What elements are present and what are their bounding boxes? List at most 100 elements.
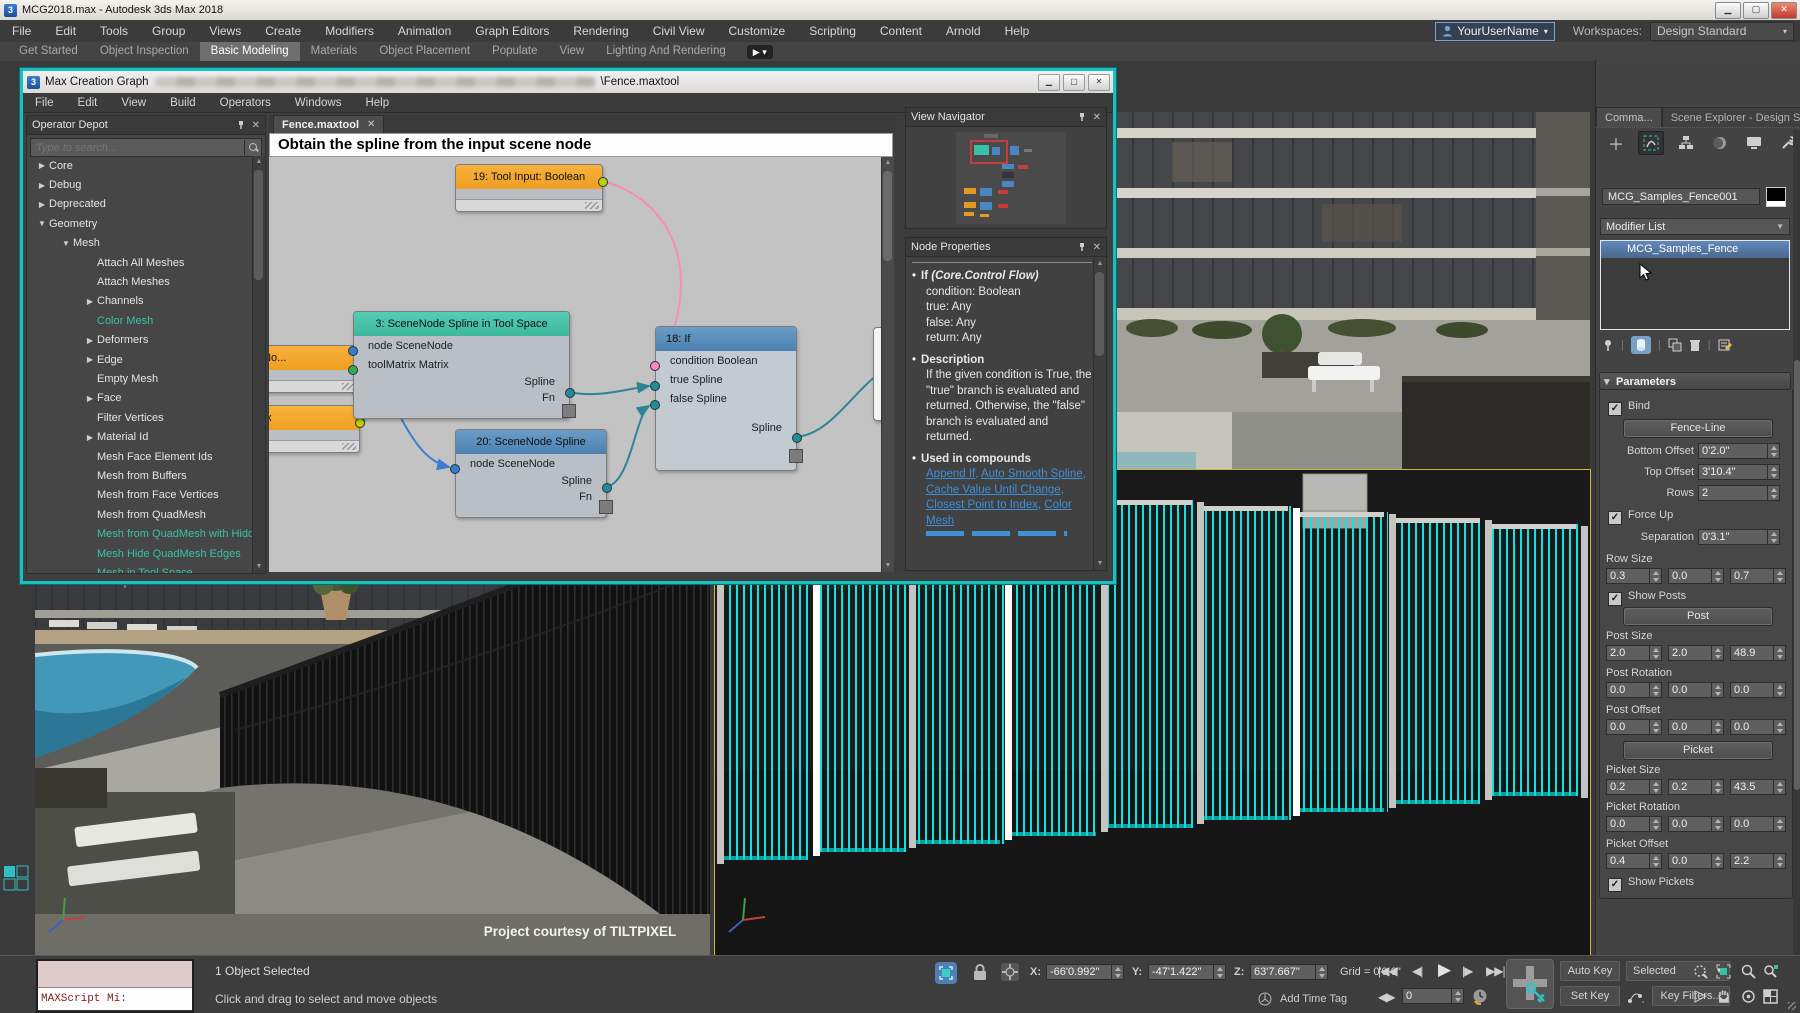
configure-modifier-sets-icon[interactable]: [1718, 338, 1733, 352]
mcg-menu-help[interactable]: Help: [353, 97, 401, 109]
tree-item-geometry[interactable]: ▼ Geometry: [27, 214, 253, 233]
tree-item-mesh[interactable]: ▼ Mesh: [27, 234, 253, 253]
current-frame-spinner[interactable]: 0: [1402, 988, 1464, 1004]
row-size-x[interactable]: 0.3: [1606, 568, 1662, 584]
menu-scripting[interactable]: Scripting: [797, 20, 868, 42]
output-port-fn[interactable]: [789, 449, 803, 463]
ribbon-overflow-icon[interactable]: ▶ ▾: [746, 44, 773, 59]
tree-item[interactable]: Color Mesh: [27, 311, 253, 330]
tree-item[interactable]: Mesh from Buffers: [27, 466, 253, 485]
modify-icon[interactable]: [1638, 131, 1664, 155]
tree-item[interactable]: Mesh from Face Vertices: [27, 486, 253, 505]
post-off-y[interactable]: 0.0: [1668, 719, 1724, 735]
command-panel-scrollbar[interactable]: [1793, 130, 1800, 955]
play-button[interactable]: ▶: [1438, 960, 1451, 980]
output-port-spline[interactable]: [602, 483, 612, 493]
operator-search-input[interactable]: [31, 141, 244, 154]
post-rot-x[interactable]: 0.0: [1606, 682, 1662, 698]
pin-stack-icon[interactable]: [1602, 339, 1614, 351]
time-configuration-icon[interactable]: [1472, 988, 1489, 1005]
maximize-button[interactable]: ▢: [1743, 2, 1769, 19]
graph-canvas[interactable]: 19: Tool Input: Boolean eNo... trix 3: S…: [269, 157, 893, 572]
menu-content[interactable]: Content: [868, 20, 934, 42]
viewport-top-render[interactable]: [1112, 112, 1590, 470]
picket-off-x[interactable]: 0.4: [1606, 853, 1662, 869]
picket-rot-x[interactable]: 0.0: [1606, 816, 1662, 832]
tab-object-inspection[interactable]: Object Inspection: [89, 42, 200, 61]
hierarchy-icon[interactable]: [1674, 132, 1698, 154]
depot-scrollbar[interactable]: ▲ ▼: [252, 156, 265, 573]
close-button[interactable]: ✕: [1771, 2, 1797, 19]
bottom-offset-spinner[interactable]: 0'2.0": [1698, 443, 1780, 459]
auto-key-button[interactable]: Auto Key: [1560, 961, 1620, 981]
output-port-fn[interactable]: [599, 500, 613, 514]
menu-views[interactable]: Views: [197, 20, 253, 42]
frame-step-icons[interactable]: ◀▶: [1378, 990, 1395, 1004]
show-end-result-icon[interactable]: [1630, 336, 1651, 354]
menu-rendering[interactable]: Rendering: [561, 20, 640, 42]
tab-scene-explorer[interactable]: Scene Explorer - Design S...: [1661, 107, 1800, 127]
user-account-menu[interactable]: YourUserName ▾: [1435, 21, 1555, 41]
display-icon[interactable]: [1742, 132, 1766, 154]
fov-icon[interactable]: [1690, 986, 1711, 1006]
row-size-z[interactable]: 0.7: [1730, 568, 1786, 584]
menu-tools[interactable]: Tools: [88, 20, 140, 42]
search-icon[interactable]: [244, 140, 261, 155]
mcg-menu-file[interactable]: File: [23, 97, 66, 109]
fence-line-button[interactable]: Fence-Line: [1623, 419, 1773, 438]
menu-edit[interactable]: Edit: [43, 20, 88, 42]
input-port-condition[interactable]: [650, 361, 660, 371]
graph-minimap[interactable]: [956, 132, 1066, 224]
mcg-titlebar[interactable]: 3 Max Creation Graph \Fence.maxtool ▁ ▢ …: [23, 71, 1113, 93]
make-unique-icon[interactable]: [1668, 338, 1682, 352]
picket-rot-y[interactable]: 0.0: [1668, 816, 1724, 832]
object-color-swatch[interactable]: [1766, 187, 1786, 207]
selection-lock-icon[interactable]: [972, 963, 988, 981]
mcg-menu-operators[interactable]: Operators: [208, 97, 283, 109]
zoom-region-icon[interactable]: [1690, 961, 1711, 981]
tree-item[interactable]: Empty Mesh: [27, 369, 253, 388]
bind-checkbox[interactable]: ✓ Bind: [1608, 400, 1650, 416]
x-coord-spinner[interactable]: -66'0.992": [1046, 964, 1124, 980]
mcg-menu-build[interactable]: Build: [158, 97, 208, 109]
post-size-y[interactable]: 2.0: [1668, 645, 1724, 661]
canvas-scrollbar[interactable]: ▲ ▼: [881, 157, 894, 572]
picket-off-z[interactable]: 2.2: [1730, 853, 1786, 869]
menu-create[interactable]: Create: [253, 20, 313, 42]
object-name-field[interactable]: MCG_Samples_Fence001: [1602, 188, 1760, 205]
parameters-rollout-header[interactable]: Parameters: [1599, 372, 1791, 391]
menu-help[interactable]: Help: [993, 20, 1042, 42]
post-button[interactable]: Post: [1623, 607, 1773, 626]
tab-object-placement[interactable]: Object Placement: [368, 42, 481, 61]
menu-civil-view[interactable]: Civil View: [641, 20, 717, 42]
absolute-mode-transform-icon[interactable]: [1000, 962, 1020, 982]
tree-item[interactable]: ▶ Deformers: [27, 331, 253, 350]
input-port-toolmatrix[interactable]: [348, 365, 358, 375]
tree-item[interactable]: Mesh Hide QuadMesh Edges: [27, 544, 253, 563]
graph-node-18-if[interactable]: 18: If condition Boolean true Spline fal…: [650, 326, 803, 471]
tab-command[interactable]: Comma...: [1596, 107, 1662, 127]
menu-animation[interactable]: Animation: [386, 20, 463, 42]
zoom-extents-icon[interactable]: [1713, 961, 1734, 981]
pin-icon[interactable]: [1077, 112, 1087, 122]
maxscript-mini-listener[interactable]: MAXScript Mi:: [36, 959, 194, 1013]
viewport-layout-icon[interactable]: [3, 865, 29, 891]
close-icon[interactable]: ✕: [1093, 112, 1101, 123]
post-size-z[interactable]: 48.9: [1730, 645, 1786, 661]
tab-view[interactable]: View: [548, 42, 595, 61]
time-tag-icon[interactable]: [1258, 992, 1272, 1006]
tree-item[interactable]: Mesh in Tool Space: [27, 563, 253, 573]
minimize-button[interactable]: ▁: [1715, 2, 1741, 19]
close-icon[interactable]: ✕: [252, 120, 260, 131]
z-coord-spinner[interactable]: 63'7.667": [1250, 964, 1328, 980]
mcg-maximize-button[interactable]: ▢: [1063, 73, 1085, 91]
maximize-viewport-toggle-icon[interactable]: [1760, 986, 1781, 1006]
pin-icon[interactable]: [236, 120, 246, 130]
add-time-tag[interactable]: Add Time Tag: [1280, 993, 1347, 1005]
rows-spinner[interactable]: 2: [1698, 485, 1780, 501]
tab-close-icon[interactable]: ✕: [367, 119, 375, 130]
tree-item[interactable]: ▶ Channels: [27, 292, 253, 311]
remove-modifier-icon[interactable]: [1689, 338, 1701, 352]
maxscript-listener-pane[interactable]: MAXScript Mi:: [38, 988, 192, 1010]
tree-item[interactable]: Filter Vertices: [27, 408, 253, 427]
